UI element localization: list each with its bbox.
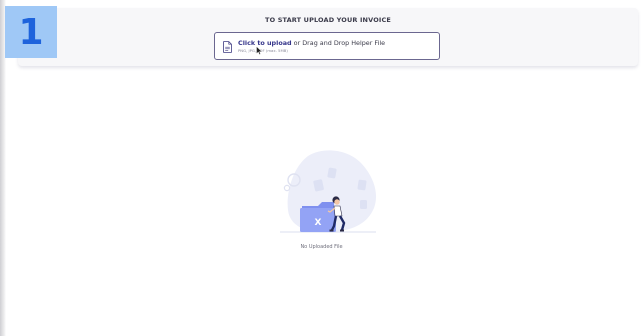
drag-drop-text: or Drag and Drop Helper File — [293, 39, 386, 47]
upload-heading: TO START UPLOAD YOUR INVOICE — [265, 16, 391, 24]
folder-x-mark: X — [315, 218, 322, 228]
empty-state-message: No Uploaded File — [300, 244, 343, 250]
file-drop-zone[interactable]: Click to upload or Drag and Drop Helper … — [214, 32, 440, 60]
upload-panel: TO START UPLOAD YOUR INVOICE Click to up… — [18, 8, 638, 66]
file-document-icon — [223, 41, 232, 53]
mouse-pointer-icon — [256, 46, 263, 55]
step-number-badge: 1 — [5, 6, 57, 58]
empty-folder-illustration: X — [280, 150, 377, 233]
click-to-upload-link[interactable]: Click to upload — [238, 39, 292, 47]
